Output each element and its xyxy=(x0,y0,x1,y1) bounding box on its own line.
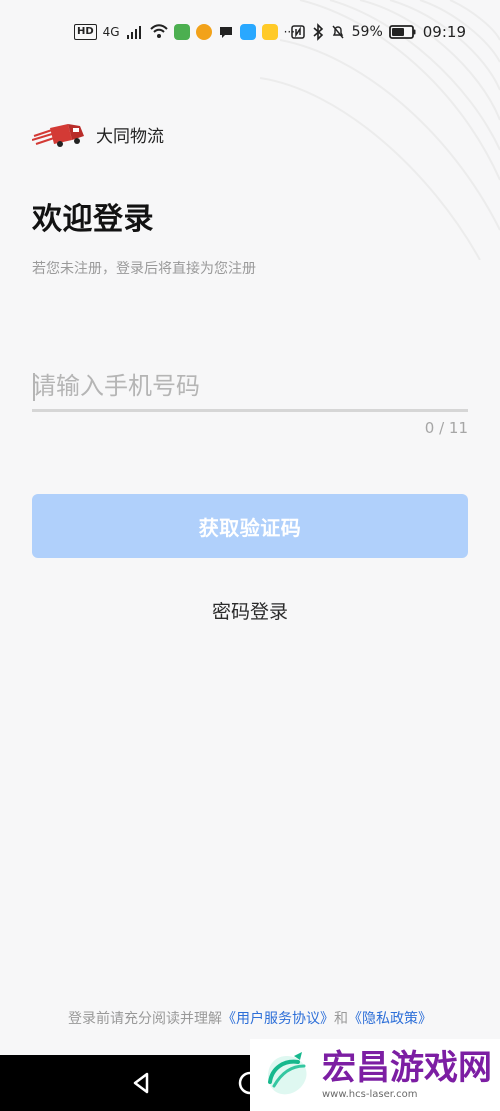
password-login-button[interactable]: 密码登录 xyxy=(0,596,500,625)
agreement-notice: 登录前请充分阅读并理解《用户服务协议》和《隐私政策》 xyxy=(0,1008,500,1028)
brand-name: 大同物流 xyxy=(96,126,164,147)
privacy-policy-link[interactable]: 《隐私政策》 xyxy=(348,1011,432,1027)
hd-indicator: HD xyxy=(74,24,97,40)
status-bar: HD 4G ··· 59% 09:19 xyxy=(0,0,500,64)
search-app-icon xyxy=(239,24,256,40)
back-triangle-icon[interactable] xyxy=(129,1070,155,1096)
phone-character-counter: 0 / 11 xyxy=(424,419,468,437)
watermark-logo-icon xyxy=(268,1052,307,1095)
watermark-title: 宏昌游戏网 xyxy=(322,1047,492,1088)
battery-icon xyxy=(388,25,416,39)
status-right: 59% 09:19 xyxy=(290,20,466,44)
agreement-and: 和 xyxy=(334,1011,348,1027)
bluetooth-icon xyxy=(313,23,323,41)
android-app-icon xyxy=(173,24,190,40)
mute-icon xyxy=(332,25,344,39)
service-agreement-link[interactable]: 《用户服务协议》 xyxy=(222,1011,334,1027)
watermark-text: 宏昌游戏网 www.hcs-laser.com xyxy=(322,1051,492,1100)
watermark-url: www.hcs-laser.com xyxy=(322,1088,418,1100)
network-type: 4G xyxy=(102,25,120,39)
phone-input[interactable] xyxy=(32,362,468,410)
nfc-icon xyxy=(290,25,305,39)
welcome-subtitle: 若您未注册，登录后将直接为您注册 xyxy=(32,261,256,277)
battery-percent: 59% xyxy=(351,24,383,40)
chat-icon xyxy=(219,27,232,38)
signal-icon xyxy=(126,26,141,39)
welcome-title: 欢迎登录 xyxy=(32,202,154,237)
emoji-app-icon xyxy=(195,24,212,40)
agreement-prefix: 登录前请充分阅读并理解 xyxy=(68,1011,222,1027)
status-left: HD 4G ··· xyxy=(74,20,295,44)
phone-field[interactable] xyxy=(32,362,468,412)
text-caret xyxy=(33,373,35,401)
truck-logo-icon xyxy=(32,124,84,147)
get-verification-code-button[interactable]: 获取验证码 xyxy=(32,494,468,558)
watermark: 宏昌游戏网 www.hcs-laser.com xyxy=(250,1039,500,1111)
notes-app-icon xyxy=(261,24,278,40)
phone-input-underline xyxy=(32,409,468,412)
brand-header: 大同物流 xyxy=(32,112,164,156)
status-time: 09:19 xyxy=(422,23,466,41)
wifi-icon xyxy=(149,24,168,38)
